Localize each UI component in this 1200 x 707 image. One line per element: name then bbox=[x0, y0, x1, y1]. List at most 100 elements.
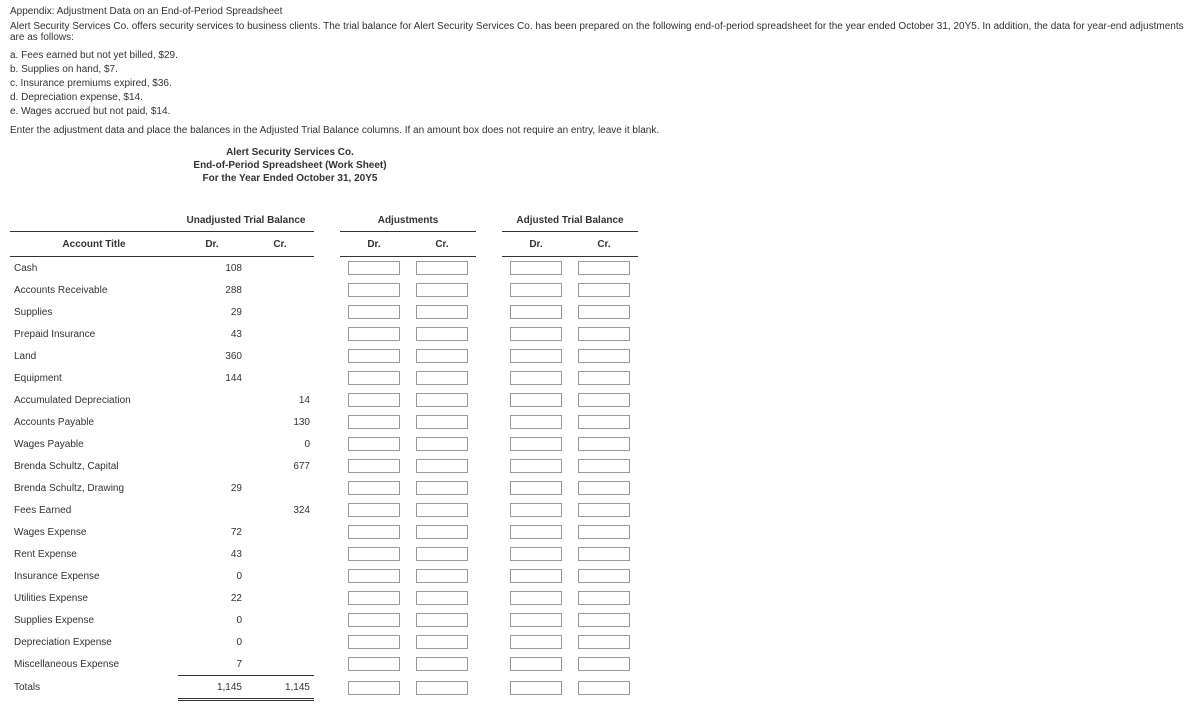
adj-dr-input[interactable] bbox=[348, 657, 400, 671]
adjtb-cr-input[interactable] bbox=[578, 481, 630, 495]
adjtb-dr-input[interactable] bbox=[510, 283, 562, 297]
adjtb-cr-input[interactable] bbox=[578, 261, 630, 275]
table-row: Land360 bbox=[10, 345, 638, 367]
adj-dr-input[interactable] bbox=[348, 393, 400, 407]
adj-cr-input[interactable] bbox=[416, 371, 468, 385]
adj-dr-input[interactable] bbox=[348, 437, 400, 451]
adj-cr-input[interactable] bbox=[416, 547, 468, 561]
unadj-dr-cell: 0 bbox=[178, 565, 246, 587]
account-title-cell: Brenda Schultz, Capital bbox=[10, 455, 178, 477]
adjtb-dr-input[interactable] bbox=[510, 657, 562, 671]
adjtb-cr-input[interactable] bbox=[578, 437, 630, 451]
adj-dr-input[interactable] bbox=[348, 613, 400, 627]
adj-dr-input[interactable] bbox=[348, 547, 400, 561]
adj-cr-input[interactable] bbox=[416, 459, 468, 473]
adjtb-dr-input[interactable] bbox=[510, 525, 562, 539]
totals-adj-dr-input[interactable] bbox=[348, 681, 400, 695]
table-row: Depreciation Expense0 bbox=[10, 631, 638, 653]
totals-unadj-dr: 1,145 bbox=[178, 676, 246, 700]
adjtb-dr-input[interactable] bbox=[510, 327, 562, 341]
adj-cr-input[interactable] bbox=[416, 481, 468, 495]
account-title-cell: Supplies bbox=[10, 301, 178, 323]
unadj-cr-cell bbox=[246, 653, 314, 676]
adj-cr-input[interactable] bbox=[416, 437, 468, 451]
adj-dr-input[interactable] bbox=[348, 305, 400, 319]
adjtb-cr-input[interactable] bbox=[578, 459, 630, 473]
adjtb-cr-input[interactable] bbox=[578, 305, 630, 319]
worksheet-table: Unadjusted Trial Balance Adjustments Adj… bbox=[10, 193, 638, 701]
adjtb-cr-input[interactable] bbox=[578, 327, 630, 341]
adj-dr-input[interactable] bbox=[348, 525, 400, 539]
adjtb-cr-input[interactable] bbox=[578, 635, 630, 649]
adj-dr-input[interactable] bbox=[348, 481, 400, 495]
adjtb-dr-input[interactable] bbox=[510, 371, 562, 385]
account-title-cell: Fees Earned bbox=[10, 499, 178, 521]
adjtb-dr-input[interactable] bbox=[510, 261, 562, 275]
adj-cr-input[interactable] bbox=[416, 327, 468, 341]
adj-dr-input[interactable] bbox=[348, 591, 400, 605]
adj-cr-input[interactable] bbox=[416, 415, 468, 429]
totals-adj-cr-input[interactable] bbox=[416, 681, 468, 695]
table-row: Supplies Expense0 bbox=[10, 609, 638, 631]
adj-dr-input[interactable] bbox=[348, 261, 400, 275]
adjtb-dr-input[interactable] bbox=[510, 613, 562, 627]
adjtb-cr-input[interactable] bbox=[578, 393, 630, 407]
adj-dr-input[interactable] bbox=[348, 283, 400, 297]
adjtb-dr-input[interactable] bbox=[510, 393, 562, 407]
adj-dr-input[interactable] bbox=[348, 459, 400, 473]
totals-adjtb-dr-input[interactable] bbox=[510, 681, 562, 695]
adjtb-cr-input[interactable] bbox=[578, 349, 630, 363]
adjtb-dr-input[interactable] bbox=[510, 481, 562, 495]
adj-cr-input[interactable] bbox=[416, 657, 468, 671]
intro-text: Alert Security Services Co. offers secur… bbox=[10, 21, 1190, 43]
adj-dr-input[interactable] bbox=[348, 635, 400, 649]
unadj-cr-cell: 0 bbox=[246, 433, 314, 455]
adj-cr-input[interactable] bbox=[416, 591, 468, 605]
adjtb-dr-input[interactable] bbox=[510, 503, 562, 517]
worksheet-header: Alert Security Services Co. End-of-Perio… bbox=[170, 146, 410, 185]
adj-cr-input[interactable] bbox=[416, 569, 468, 583]
adj-cr-input[interactable] bbox=[416, 305, 468, 319]
adjtb-cr-input[interactable] bbox=[578, 503, 630, 517]
adj-cr-input[interactable] bbox=[416, 349, 468, 363]
adj-dr-input[interactable] bbox=[348, 371, 400, 385]
adjtb-dr-input[interactable] bbox=[510, 415, 562, 429]
adj-dr-input[interactable] bbox=[348, 503, 400, 517]
unadj-dr-cell: 22 bbox=[178, 587, 246, 609]
adj-dr-input[interactable] bbox=[348, 327, 400, 341]
adjtb-dr-input[interactable] bbox=[510, 569, 562, 583]
unadj-dr-cell: 288 bbox=[178, 279, 246, 301]
adj-cr-input[interactable] bbox=[416, 283, 468, 297]
unadj-cr-cell bbox=[246, 587, 314, 609]
adj-cr-input[interactable] bbox=[416, 613, 468, 627]
adjtb-dr-input[interactable] bbox=[510, 349, 562, 363]
adjtb-cr-input[interactable] bbox=[578, 547, 630, 561]
adjtb-cr-input[interactable] bbox=[578, 371, 630, 385]
adj-dr-input[interactable] bbox=[348, 569, 400, 583]
unadj-cr-cell bbox=[246, 543, 314, 565]
adjtb-cr-input[interactable] bbox=[578, 283, 630, 297]
adjtb-dr-input[interactable] bbox=[510, 591, 562, 605]
adjtb-dr-input[interactable] bbox=[510, 547, 562, 561]
adjtb-cr-input[interactable] bbox=[578, 657, 630, 671]
unadj-cr-cell bbox=[246, 301, 314, 323]
adjtb-dr-input[interactable] bbox=[510, 437, 562, 451]
adjtb-dr-input[interactable] bbox=[510, 459, 562, 473]
adj-cr-input[interactable] bbox=[416, 525, 468, 539]
adjtb-dr-input[interactable] bbox=[510, 305, 562, 319]
adjtb-cr-input[interactable] bbox=[578, 415, 630, 429]
adjtb-cr-input[interactable] bbox=[578, 525, 630, 539]
unadj-cr-cell: 130 bbox=[246, 411, 314, 433]
adj-cr-input[interactable] bbox=[416, 393, 468, 407]
adjtb-cr-input[interactable] bbox=[578, 591, 630, 605]
adj-cr-input[interactable] bbox=[416, 635, 468, 649]
adjtb-cr-input[interactable] bbox=[578, 569, 630, 583]
adj-cr-input[interactable] bbox=[416, 503, 468, 517]
adjtb-cr-input[interactable] bbox=[578, 613, 630, 627]
adj-dr-input[interactable] bbox=[348, 349, 400, 363]
account-title-cell: Supplies Expense bbox=[10, 609, 178, 631]
adj-cr-input[interactable] bbox=[416, 261, 468, 275]
totals-adjtb-cr-input[interactable] bbox=[578, 681, 630, 695]
adj-dr-input[interactable] bbox=[348, 415, 400, 429]
adjtb-dr-input[interactable] bbox=[510, 635, 562, 649]
